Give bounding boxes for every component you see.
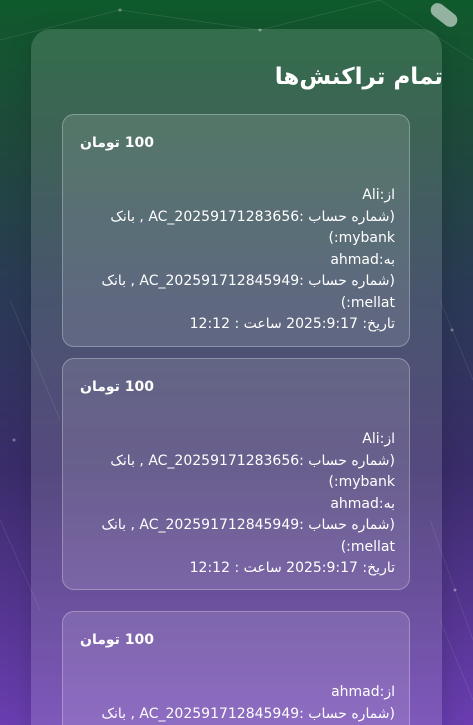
- transaction-details: از:Ali (شماره حساب :AC_20259171283656 , …: [85, 429, 395, 580]
- from-bank-line: mybank:): [328, 474, 395, 490]
- date-line: تاریخ: 2025:9:17 ساعت : 12:12: [189, 316, 395, 332]
- from-bank-line: mybank:): [328, 230, 395, 246]
- to-bank-line: mellat:): [340, 294, 395, 311]
- to-line: به:ahmad: [330, 251, 395, 268]
- to-line: به:ahmad: [330, 495, 395, 512]
- to-account-line: (شماره حساب :AC_202591712845949 , بانک: [101, 517, 395, 533]
- transaction-amount: 100 تومان: [80, 135, 155, 151]
- to-account-line: (شماره حساب :AC_202591712845949 , بانک: [101, 273, 395, 289]
- transaction-details: از:Ali (شماره حساب :AC_20259171283656 , …: [85, 185, 395, 336]
- from-line: از:Ali: [362, 187, 395, 203]
- transaction-card[interactable]: 100 تومان از:ahmad (شماره حساب :AC_20259…: [62, 611, 410, 725]
- transaction-amount: 100 تومان: [80, 379, 155, 395]
- transaction-amount: 100 تومان: [80, 632, 155, 648]
- from-account-line: (شماره حساب :AC_20259171283656 , بانک: [110, 208, 395, 225]
- corner-decoration: [427, 0, 461, 30]
- from-line: از:ahmad: [331, 684, 395, 700]
- to-bank-line: mellat:): [340, 538, 395, 555]
- transaction-card[interactable]: 100 تومان از:Ali (شماره حساب :AC_2025917…: [62, 114, 410, 347]
- from-account-line: (شماره حساب :AC_202591712845949 , بانک: [101, 705, 395, 722]
- transaction-details: از:ahmad (شماره حساب :AC_202591712845949…: [85, 682, 395, 725]
- from-account-line: (شماره حساب :AC_20259171283656 , بانک: [110, 452, 395, 469]
- transaction-card[interactable]: 100 تومان از:Ali (شماره حساب :AC_2025917…: [62, 358, 410, 590]
- page-title: تمام تراکنش‌ها: [274, 64, 443, 90]
- from-line: از:Ali: [362, 431, 395, 447]
- date-line: تاریخ: 2025:9:17 ساعت : 12:12: [189, 560, 395, 576]
